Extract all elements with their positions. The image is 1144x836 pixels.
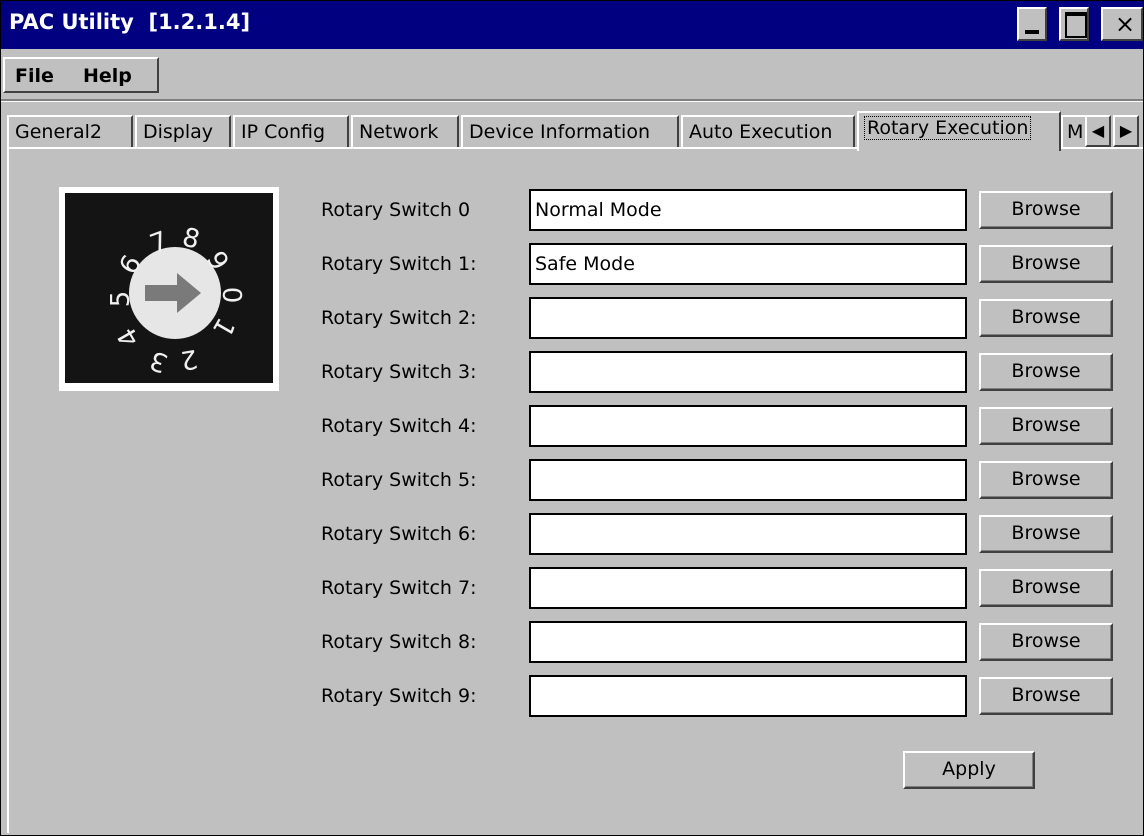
tab-label: Auto Execution <box>689 121 833 143</box>
arrow-left-icon: ◀ <box>1091 121 1105 140</box>
menu-separator <box>1 99 1143 102</box>
rotary-switch-4-input[interactable] <box>529 405 967 447</box>
tab-general2[interactable]: General2 <box>7 115 133 149</box>
tab-rotary-execution[interactable]: Rotary Execution <box>857 111 1061 151</box>
rotary-digit-0: 0 <box>216 287 246 304</box>
rotary-digit-5: 5 <box>106 291 136 308</box>
rotary-switch-1-label: Rotary Switch 1: <box>321 253 477 275</box>
browse-button-3[interactable]: Browse <box>979 353 1113 391</box>
browse-button-5[interactable]: Browse <box>979 461 1113 499</box>
pac-utility-window: PAC Utility [1.2.1.4] × File Help Genera… <box>0 0 1144 836</box>
tab-label: IP Config <box>241 121 326 143</box>
rotary-switch-8-input[interactable] <box>529 621 967 663</box>
rotary-switch-0-input[interactable]: Normal Mode <box>529 189 967 231</box>
tab-label: Device Information <box>469 121 651 143</box>
browse-button-2[interactable]: Browse <box>979 299 1113 337</box>
tab-auto-execution[interactable]: Auto Execution <box>681 115 855 149</box>
browse-button-7[interactable]: Browse <box>979 569 1113 607</box>
browse-button-8[interactable]: Browse <box>979 623 1113 661</box>
apply-button[interactable]: Apply <box>903 751 1035 789</box>
rotary-switch-image: 0 1 2 3 4 5 6 7 8 9 <box>59 187 279 391</box>
maximize-button[interactable] <box>1059 7 1089 41</box>
rotary-switch-5-label: Rotary Switch 5: <box>321 469 477 491</box>
tab-ip-config[interactable]: IP Config <box>233 115 349 149</box>
rotary-switch-3-input[interactable] <box>529 351 967 393</box>
tab-label: Display <box>143 121 214 143</box>
menu-file[interactable]: File <box>15 65 54 87</box>
window-title: PAC Utility [1.2.1.4] <box>9 10 251 34</box>
rotary-switch-8-label: Rotary Switch 8: <box>321 631 477 653</box>
rotary-switch-6-input[interactable] <box>529 513 967 555</box>
rotary-switch-3-label: Rotary Switch 3: <box>321 361 477 383</box>
rotary-switch-photo: 0 1 2 3 4 5 6 7 8 9 <box>65 193 273 383</box>
maximize-icon <box>1065 12 1087 38</box>
tab-strip: General2 Display IP Config Network Devic… <box>7 109 1141 151</box>
tab-display[interactable]: Display <box>135 115 231 149</box>
rotary-switch-1-input[interactable]: Safe Mode <box>529 243 967 285</box>
minimize-button[interactable] <box>1017 7 1047 41</box>
menu-help[interactable]: Help <box>83 65 132 87</box>
rotary-switch-6-label: Rotary Switch 6: <box>321 523 477 545</box>
rotary-switch-2-label: Rotary Switch 2: <box>321 307 477 329</box>
rotary-switch-4-label: Rotary Switch 4: <box>321 415 477 437</box>
close-button[interactable]: × <box>1101 7 1143 41</box>
tab-scroll-right-button[interactable]: ▶ <box>1113 115 1139 147</box>
tab-label: Rotary Execution <box>863 116 1032 140</box>
rotary-switch-2-input[interactable] <box>529 297 967 339</box>
minimize-icon <box>1025 30 1039 34</box>
rotary-switch-7-label: Rotary Switch 7: <box>321 577 477 599</box>
browse-button-0[interactable]: Browse <box>979 191 1113 229</box>
arrow-right-icon: ▶ <box>1119 121 1133 140</box>
browse-button-9[interactable]: Browse <box>979 677 1113 715</box>
browse-button-4[interactable]: Browse <box>979 407 1113 445</box>
tab-label: General2 <box>15 121 102 143</box>
tab-label: M <box>1067 121 1084 143</box>
title-bar[interactable]: PAC Utility [1.2.1.4] × <box>1 1 1143 49</box>
tab-network[interactable]: Network <box>351 115 459 149</box>
rotary-dial-graphic: 0 1 2 3 4 5 6 7 8 9 <box>65 193 273 383</box>
rotary-switch-0-label: Rotary Switch 0 <box>321 199 471 221</box>
rotary-switch-7-input[interactable] <box>529 567 967 609</box>
tab-label: Network <box>359 121 439 143</box>
tab-device-information[interactable]: Device Information <box>461 115 679 149</box>
rotary-switch-9-input[interactable] <box>529 675 967 717</box>
browse-button-1[interactable]: Browse <box>979 245 1113 283</box>
rotary-switch-5-input[interactable] <box>529 459 967 501</box>
tab-scroll-left-button[interactable]: ◀ <box>1085 115 1111 147</box>
menu-bar: File Help <box>3 57 159 93</box>
close-icon: × <box>1115 10 1136 38</box>
browse-button-6[interactable]: Browse <box>979 515 1113 553</box>
rotary-switch-9-label: Rotary Switch 9: <box>321 685 477 707</box>
